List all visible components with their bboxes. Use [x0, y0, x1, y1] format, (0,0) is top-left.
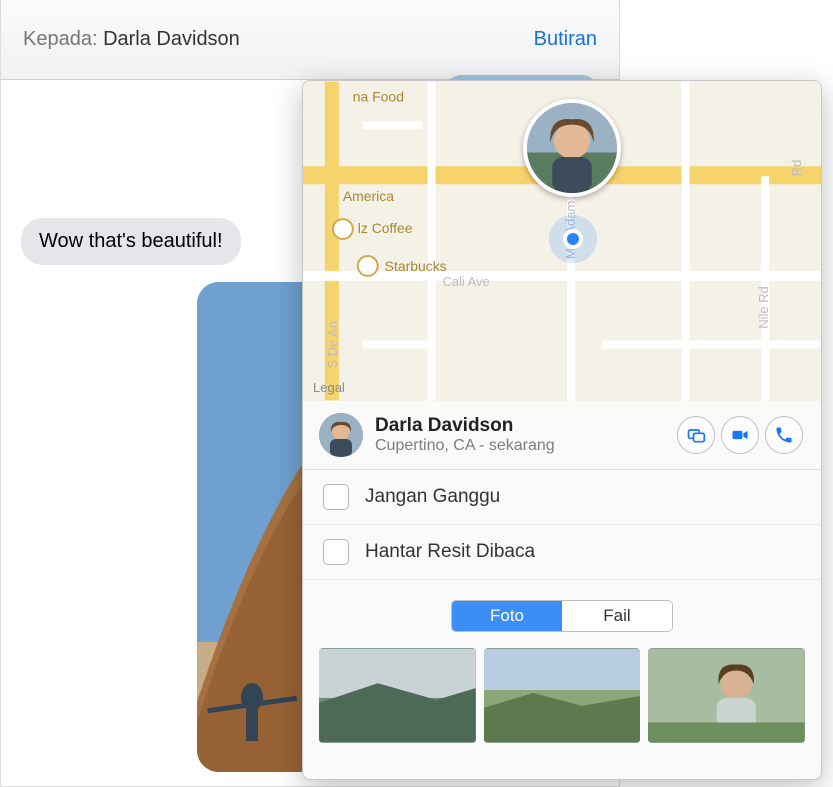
attachments-segmented-wrap: Foto Fail: [303, 580, 821, 642]
location-map[interactable]: na Food America lz Coffee Starbucks Cali…: [303, 81, 821, 401]
current-location-dot: [563, 229, 583, 249]
svg-text:Cali Ave: Cali Ave: [442, 274, 489, 289]
read-receipts-row[interactable]: Hantar Resit Dibaca: [303, 525, 821, 580]
read-receipts-checkbox[interactable]: [323, 539, 349, 565]
avatar[interactable]: [319, 413, 363, 457]
recipient-prefix: Kepada:: [23, 28, 103, 50]
contact-info-row: Darla Davidson Cupertino, CA - sekarang: [303, 401, 821, 470]
screen-share-button[interactable]: [677, 416, 715, 454]
message-header: Kepada: Darla Davidson Butiran: [1, 0, 619, 80]
attachment-thumb[interactable]: [484, 648, 641, 743]
attachment-thumb[interactable]: [319, 648, 476, 743]
recipient-name[interactable]: Darla Davidson: [103, 28, 240, 50]
attachment-thumb[interactable]: [648, 648, 805, 743]
contact-location-avatar[interactable]: [523, 99, 621, 197]
do-not-disturb-label: Jangan Ganggu: [365, 486, 500, 508]
attachment-thumbnails: [303, 642, 821, 759]
contact-actions: [677, 416, 803, 454]
details-button[interactable]: Butiran: [534, 28, 597, 51]
poi-food: na Food: [353, 89, 404, 105]
attachments-segmented-control: Foto Fail: [451, 600, 673, 632]
do-not-disturb-row[interactable]: Jangan Ganggu: [303, 470, 821, 525]
svg-text:S De An: S De An: [325, 321, 340, 368]
contact-text: Darla Davidson Cupertino, CA - sekarang: [375, 415, 665, 455]
contact-name: Darla Davidson: [375, 415, 665, 437]
poi-coffee: lz Coffee: [358, 220, 413, 236]
map-legal-link[interactable]: Legal: [313, 380, 345, 395]
video-call-button[interactable]: [721, 416, 759, 454]
contact-location: Cupertino, CA - sekarang: [375, 437, 665, 455]
read-receipts-label: Hantar Resit Dibaca: [365, 541, 535, 563]
tab-file[interactable]: Fail: [562, 601, 672, 631]
tab-photo[interactable]: Foto: [452, 601, 562, 631]
do-not-disturb-checkbox[interactable]: [323, 484, 349, 510]
poi-starbucks: Starbucks: [385, 258, 447, 274]
incoming-message-bubble: Wow that's beautiful!: [21, 218, 241, 265]
poi-america: America: [343, 188, 394, 204]
svg-text:Nile Rd: Nile Rd: [756, 286, 771, 328]
recipient-field: Kepada: Darla Davidson: [23, 28, 240, 51]
details-popover: na Food America lz Coffee Starbucks Cali…: [302, 80, 822, 780]
audio-call-button[interactable]: [765, 416, 803, 454]
svg-text:Rd: Rd: [789, 160, 804, 177]
